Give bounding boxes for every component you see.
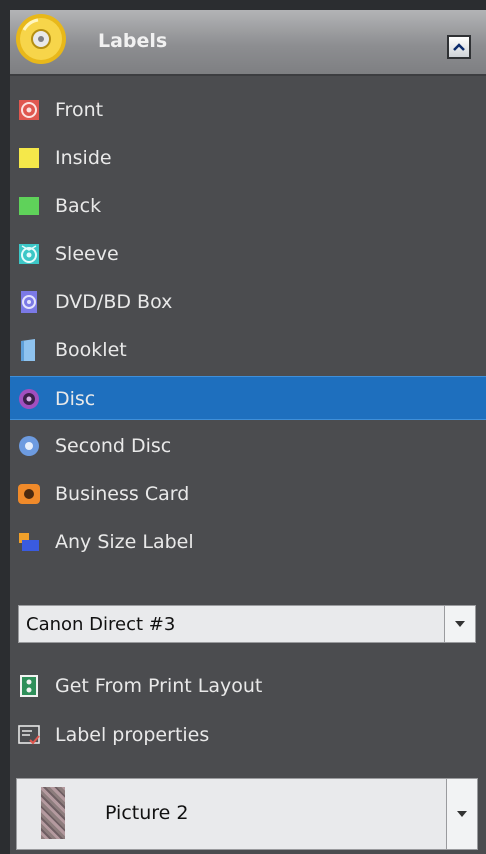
any-size-label-icon [19,533,39,551]
inside-label-icon [19,148,39,168]
back-label-icon [19,197,39,215]
label-item-business-card[interactable]: Business Card [10,472,486,516]
label-item-booklet[interactable]: Booklet [10,328,486,372]
label-item-text: Any Size Label [55,531,194,553]
printer-dropdown-button[interactable] [444,606,475,642]
booklet-label-icon [21,339,35,361]
dvd-box-label-icon [21,291,37,313]
chevron-down-icon [457,811,467,817]
printer-dropdown-value: Canon Direct #3 [26,614,176,635]
picture-dropdown[interactable]: Picture 2 [16,778,478,850]
label-item-sleeve[interactable]: Sleeve [10,232,486,276]
label-item-text: DVD/BD Box [55,291,173,313]
label-properties-label: Label properties [55,724,210,746]
label-item-text: Sleeve [55,243,119,265]
label-item-text: Inside [55,147,112,169]
label-item-any-size-label[interactable]: Any Size Label [10,520,486,564]
printer-dropdown[interactable]: Canon Direct #3 [18,605,476,643]
label-item-text: Business Card [55,483,190,505]
label-properties-icon [18,725,40,745]
chevron-up-icon [453,43,465,51]
business-card-label-icon [18,484,40,504]
picture-dropdown-button[interactable] [446,779,477,849]
label-item-front[interactable]: Front [10,88,486,132]
label-item-inside[interactable]: Inside [10,136,486,180]
label-item-text: Booklet [55,339,127,361]
labels-header[interactable]: Labels [10,10,486,76]
disc-label-icon [19,389,39,409]
header-title: Labels [98,30,168,52]
label-item-text: Front [55,99,104,121]
get-from-print-layout-label: Get From Print Layout [55,675,263,697]
cd-disc-icon [16,14,66,64]
label-item-text: Disc [55,388,96,410]
sleeve-label-icon [19,244,39,264]
label-item-disc[interactable]: Disc [10,376,486,420]
label-item-text: Back [55,195,102,217]
label-item-dvd-bd-box[interactable]: DVD/BD Box [10,280,486,324]
picture-dropdown-value: Picture 2 [105,802,189,824]
label-item-back[interactable]: Back [10,184,486,228]
chevron-down-icon [455,621,465,627]
label-item-text: Second Disc [55,435,172,457]
second-disc-label-icon [19,436,39,456]
get-from-print-layout-button[interactable]: Get From Print Layout [10,666,486,706]
collapse-button[interactable] [447,35,471,59]
print-layout-icon [20,675,38,697]
labels-panel: Labels Front Inside Back Sleeve DVD/BD B… [10,10,486,854]
label-properties-button[interactable]: Label properties [10,715,486,755]
label-item-second-disc[interactable]: Second Disc [10,424,486,468]
picture-thumbnail [41,787,65,839]
front-label-icon [19,100,39,120]
